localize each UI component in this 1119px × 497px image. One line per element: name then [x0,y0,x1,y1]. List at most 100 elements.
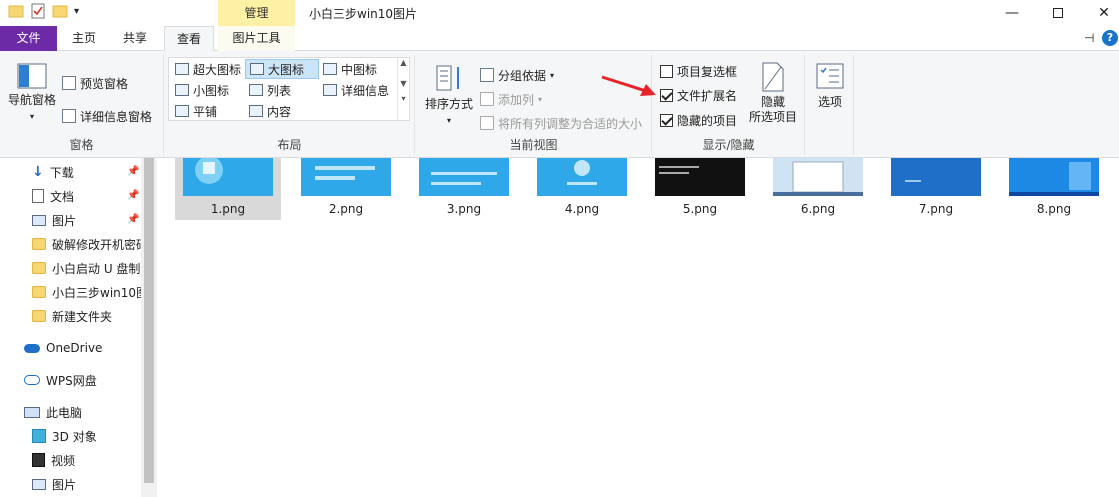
medium-icons-icon [323,63,337,75]
thumbnail [419,158,509,196]
file-item[interactable]: 8.png [1001,158,1107,220]
close-icon: ✕ [1098,5,1110,21]
download-icon: ↓ [32,164,44,180]
file-extensions-toggle[interactable]: 文件扩展名 [660,85,737,105]
file-item[interactable]: 7.png [883,158,989,220]
layout-content[interactable]: 内容 [245,101,295,121]
layout-extra-large-icons[interactable]: 超大图标 [171,59,245,79]
file-item[interactable]: 4.png [529,158,635,220]
group-label-layout: 布局 [277,138,302,152]
sort-icon [436,65,459,91]
file-item[interactable]: 2.png [293,158,399,220]
wps-cloud-icon [24,375,40,385]
pin-icon[interactable]: 📌 [127,166,139,177]
hidden-items-checkbox[interactable] [660,113,673,127]
group-panes: 导航窗格 ▾ 预览窗格 详细信息窗格 窗格 [0,55,164,155]
pin-icon[interactable]: 📌 [127,214,139,225]
window-title: 小白三步win10图片 [309,7,418,21]
picture-icon [32,478,46,490]
gallery-scroll[interactable]: ▲ ▼ ▾ [397,58,409,120]
preview-pane-button[interactable]: 预览窗格 [62,73,128,93]
file-item[interactable]: 5.png [647,158,753,220]
thumbnail [891,158,981,196]
sidebar-scrollbar[interactable] [141,158,157,497]
folder-icon[interactable] [8,3,24,19]
maximize-button[interactable] [1035,0,1081,26]
maximize-icon [1053,8,1063,18]
group-label-panes: 窗格 [69,138,94,152]
preview-pane-icon [62,76,76,90]
folder-icon [32,262,46,274]
thumbnail [773,158,863,196]
quick-access-toolbar: ▾ [8,3,79,19]
file-item[interactable]: 3.png [411,158,517,220]
tab-share[interactable]: 共享 [113,26,157,51]
new-folder-icon[interactable] [52,3,68,19]
details-pane-icon [62,109,76,123]
scroll-down-icon[interactable]: ▼ [398,79,409,88]
folder-icon [32,238,46,250]
ribbon: 导航窗格 ▾ 预览窗格 详细信息窗格 窗格 布局 超大图标 大图标 中图标 小图标… [0,51,1119,158]
thumbnail [537,158,627,196]
item-checkboxes-toggle[interactable]: 项目复选框 [660,61,737,81]
content-icon [249,105,263,117]
close-button[interactable]: ✕ [1081,0,1119,26]
folder-icon [32,310,46,322]
details-icon [323,84,337,96]
annotation-arrow-icon [601,75,656,96]
scrollbar-thumb[interactable] [144,158,154,483]
tiles-icon [175,105,189,117]
group-options: 选项 [806,55,854,155]
group-label-show-hide: 显示/隐藏 [702,138,755,152]
layout-details[interactable]: 详细信息 [319,80,393,100]
group-show-hide: 项目复选框 文件扩展名 隐藏的项目 隐藏 所选项目 显示/隐藏 [653,55,805,155]
pin-ribbon-icon[interactable]: ⊣ [1084,31,1094,45]
properties-icon[interactable] [30,3,46,19]
group-label-current-view: 当前视图 [509,138,558,152]
thumbnail [1009,158,1099,196]
add-columns-button[interactable]: 添加列 ▾ [480,89,542,109]
computer-icon [24,406,40,418]
layout-large-icons[interactable]: 大图标 [245,59,319,79]
layout-gallery: 超大图标 大图标 中图标 小图标 列表 详细信息 平铺 内容 ▲ ▼ ▾ [168,57,410,121]
cloud-icon [24,343,40,353]
tab-view[interactable]: 查看 [164,26,214,52]
layout-medium-icons[interactable]: 中图标 [319,59,381,79]
group-by-button[interactable]: 分组依据 ▾ [480,65,554,85]
add-columns-icon [480,92,494,106]
navigation-pane-button[interactable]: 导航窗格 ▾ [6,63,58,124]
file-item[interactable]: 1.png [175,158,281,220]
help-icon[interactable]: ? [1102,30,1118,46]
minimize-button[interactable]: — [989,0,1035,26]
pin-icon[interactable]: 📌 [127,190,139,201]
details-pane-button[interactable]: 详细信息窗格 [62,106,152,126]
minimize-icon: — [1005,5,1019,21]
hidden-items-toggle[interactable]: 隐藏的项目 [660,110,737,130]
group-current-view: 排序方式 ▾ 分组依据 ▾ 添加列 ▾ 将所有列调整为合适的大小 当前视图 [416,55,652,155]
thumbnail [301,158,391,196]
navigation-pane: ↓ 下载 📌 文档 📌 图片 📌 破解修改开机密码 小白启动 U 盘制作 小白三… [0,158,160,497]
video-icon [32,453,45,467]
title-bar: ▾ 管理 小白三步win10图片 — ✕ [0,0,1119,26]
hide-selected-items-button[interactable]: 隐藏 所选项目 [745,61,801,125]
options-button[interactable]: 选项 [810,63,850,110]
navigation-pane-icon [17,63,47,89]
cube-icon [32,429,46,443]
scroll-up-icon[interactable]: ▲ [398,58,409,67]
sort-by-button[interactable]: 排序方式 ▾ [422,63,476,128]
layout-list[interactable]: 列表 [245,80,295,100]
customize-qat-icon[interactable]: ▾ [74,6,79,17]
document-icon [32,189,44,203]
file-item[interactable]: 6.png [765,158,871,220]
gallery-more-icon[interactable]: ▾ [398,94,409,103]
fit-columns-button[interactable]: 将所有列调整为合适的大小 [480,113,642,133]
file-extensions-checkbox[interactable] [660,88,673,102]
fit-columns-icon [480,116,494,130]
layout-small-icons[interactable]: 小图标 [171,80,233,100]
item-checkboxes-checkbox[interactable] [660,64,673,78]
tab-home[interactable]: 主页 [62,26,106,51]
small-icons-icon [175,84,189,96]
tab-picture-tools[interactable]: 图片工具 [218,26,295,51]
layout-tiles[interactable]: 平铺 [171,101,221,121]
options-icon [816,63,844,89]
